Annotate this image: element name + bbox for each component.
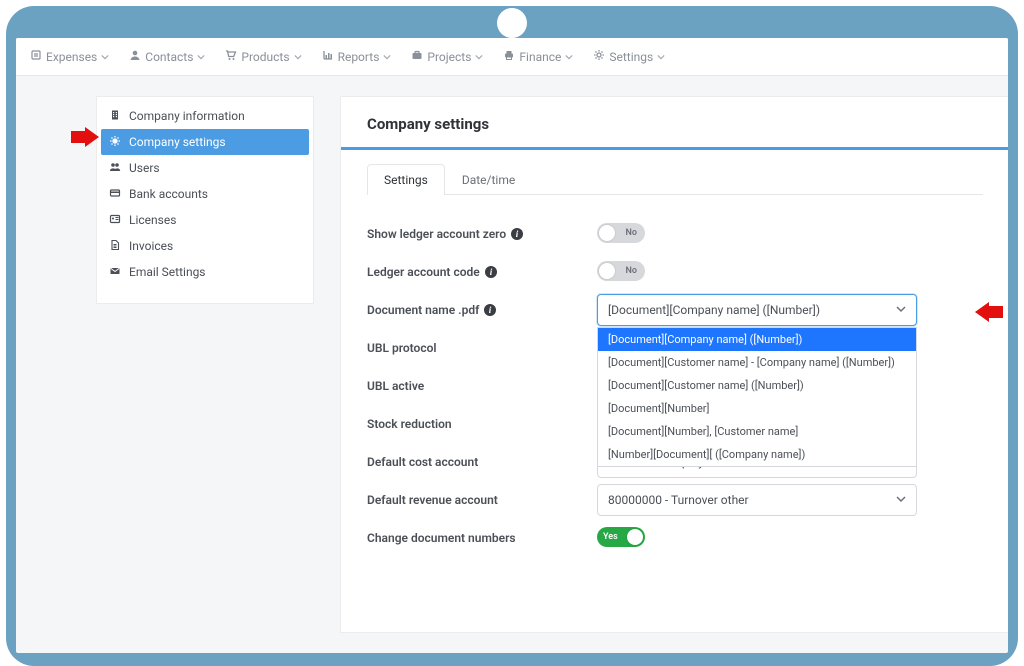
sidebar-item-company-settings[interactable]: Company settings bbox=[101, 129, 309, 155]
nav-item-finance[interactable]: Finance bbox=[495, 38, 585, 75]
users-icon bbox=[109, 161, 129, 176]
content-area: Company information Company settings Users… bbox=[16, 76, 1008, 653]
dropdown-option[interactable]: [Document][Customer name] - [Company nam… bbox=[598, 351, 916, 374]
info-icon[interactable]: i bbox=[484, 304, 496, 316]
annotation-arrow-left bbox=[71, 127, 99, 147]
toggle-change-document-numbers[interactable]: Yes bbox=[597, 527, 645, 547]
toggle-ledger-code[interactable]: No bbox=[597, 261, 645, 281]
label-default-cost-account: Default cost account bbox=[367, 455, 478, 469]
nav-item-label: Products bbox=[241, 50, 289, 64]
chevron-down-icon bbox=[657, 50, 669, 64]
sidebar-item-bank-accounts[interactable]: Bank accounts bbox=[101, 181, 309, 207]
row-change-document-numbers: Change document numbers Yes bbox=[367, 521, 983, 555]
nav-item-label: Finance bbox=[519, 50, 561, 64]
gear-icon bbox=[109, 135, 129, 150]
dropdown-option[interactable]: [Number][Document][ ([Company name]) bbox=[598, 443, 916, 466]
sidebar-item-label: Bank accounts bbox=[129, 187, 208, 201]
building-icon bbox=[109, 109, 129, 124]
row-show-ledger-zero: Show ledger account zero i No bbox=[367, 217, 983, 251]
sidebar-item-users[interactable]: Users bbox=[101, 155, 309, 181]
chevron-down-icon bbox=[294, 50, 306, 64]
document-name-dropdown-list: [Document][Company name] ([Number])[Docu… bbox=[597, 327, 917, 467]
select-default-revenue-value: 80000000 - Turnover other bbox=[608, 493, 749, 507]
select-default-revenue-account[interactable]: 80000000 - Turnover other bbox=[597, 484, 917, 516]
sidebar-item-label: Company settings bbox=[129, 135, 226, 149]
row-document-name-pdf: Document name .pdf i [Document][Company … bbox=[367, 293, 983, 327]
nav-item-settings[interactable]: Settings bbox=[585, 38, 677, 75]
mail-icon bbox=[109, 265, 129, 280]
select-document-name-value: [Document][Company name] ([Number]) bbox=[608, 303, 820, 317]
nav-item-label: Expenses bbox=[46, 50, 97, 64]
sidebar-item-label: Users bbox=[129, 161, 160, 175]
chevron-down-icon bbox=[101, 50, 113, 64]
label-ubl-active: UBL active bbox=[367, 379, 424, 393]
card-icon bbox=[109, 187, 129, 202]
label-change-document-numbers: Change document numbers bbox=[367, 531, 516, 545]
label-ubl-protocol: UBL protocol bbox=[367, 341, 437, 355]
company-settings-panel: Company settings Settings Date/time Show… bbox=[340, 96, 1008, 633]
person-icon bbox=[129, 49, 145, 64]
chevron-down-icon bbox=[383, 50, 395, 64]
sidebar-item-invoices[interactable]: Invoices bbox=[101, 233, 309, 259]
row-default-revenue-account: Default revenue account 80000000 - Turno… bbox=[367, 483, 983, 517]
label-default-revenue-account: Default revenue account bbox=[367, 493, 498, 507]
nav-item-label: Projects bbox=[427, 50, 471, 64]
nav-item-label: Settings bbox=[609, 50, 653, 64]
app-screen: Expenses Contacts Products Reports Projects F… bbox=[16, 38, 1008, 653]
dropdown-option[interactable]: [Document][Company name] ([Number]) bbox=[598, 328, 916, 351]
chart-icon bbox=[322, 49, 338, 64]
nav-item-expenses[interactable]: Expenses bbox=[22, 38, 121, 75]
sidebar-item-label: Company information bbox=[129, 109, 245, 123]
nav-item-label: Reports bbox=[338, 50, 380, 64]
select-document-name-pdf[interactable]: [Document][Company name] ([Number]) bbox=[597, 294, 917, 326]
sidebar-item-label: Licenses bbox=[129, 213, 176, 227]
info-icon[interactable]: i bbox=[511, 228, 523, 240]
top-nav: Expenses Contacts Products Reports Projects F… bbox=[16, 38, 1008, 76]
chevron-down-icon bbox=[197, 50, 209, 64]
webcam-dot bbox=[497, 8, 527, 38]
label-stock-reduction: Stock reduction bbox=[367, 417, 452, 431]
sidebar-item-licenses[interactable]: Licenses bbox=[101, 207, 309, 233]
dropdown-option[interactable]: [Document][Number] bbox=[598, 397, 916, 420]
toggle-show-ledger-zero[interactable]: No bbox=[597, 223, 645, 243]
dropdown-option[interactable]: [Document][Customer name] ([Number]) bbox=[598, 374, 916, 397]
chevron-down-icon bbox=[475, 50, 487, 64]
settings-sidebar: Company information Company settings Users… bbox=[96, 96, 314, 304]
printer-icon bbox=[503, 49, 519, 64]
panel-title: Company settings bbox=[367, 115, 983, 133]
device-frame: Expenses Contacts Products Reports Projects F… bbox=[6, 6, 1018, 666]
label-show-ledger-zero: Show ledger account zero bbox=[367, 227, 506, 241]
nav-item-label: Contacts bbox=[145, 50, 193, 64]
briefcase-icon bbox=[411, 49, 427, 64]
dropdown-option[interactable]: [Document][Number], [Customer name] bbox=[598, 420, 916, 443]
panel-accent-bar bbox=[341, 147, 1008, 150]
tab-settings[interactable]: Settings bbox=[367, 164, 445, 195]
chevron-down-icon bbox=[565, 50, 577, 64]
nav-item-projects[interactable]: Projects bbox=[403, 38, 495, 75]
info-icon[interactable]: i bbox=[485, 266, 497, 278]
sidebar-item-email-settings[interactable]: Email Settings bbox=[101, 259, 309, 285]
tab-date-time[interactable]: Date/time bbox=[445, 164, 532, 195]
label-ledger-code: Ledger account code bbox=[367, 265, 480, 279]
file-icon bbox=[109, 239, 129, 254]
row-ledger-code: Ledger account code i No bbox=[367, 255, 983, 289]
gear-icon bbox=[593, 49, 609, 64]
chevron-down-icon bbox=[896, 303, 906, 317]
sidebar-item-label: Email Settings bbox=[129, 265, 206, 279]
expenses-icon bbox=[30, 49, 46, 64]
cart-icon bbox=[225, 49, 241, 64]
chevron-down-icon bbox=[896, 493, 906, 507]
id-icon bbox=[109, 213, 129, 228]
nav-item-products[interactable]: Products bbox=[217, 38, 313, 75]
nav-item-contacts[interactable]: Contacts bbox=[121, 38, 217, 75]
document-name-dropdown-container: [Document][Company name] ([Number]) [Doc… bbox=[597, 294, 917, 326]
label-document-name-pdf: Document name .pdf bbox=[367, 303, 479, 317]
sidebar-item-label: Invoices bbox=[129, 239, 173, 253]
sidebar-item-company-information[interactable]: Company information bbox=[101, 103, 309, 129]
panel-tabs: Settings Date/time bbox=[367, 164, 983, 195]
nav-item-reports[interactable]: Reports bbox=[314, 38, 404, 75]
